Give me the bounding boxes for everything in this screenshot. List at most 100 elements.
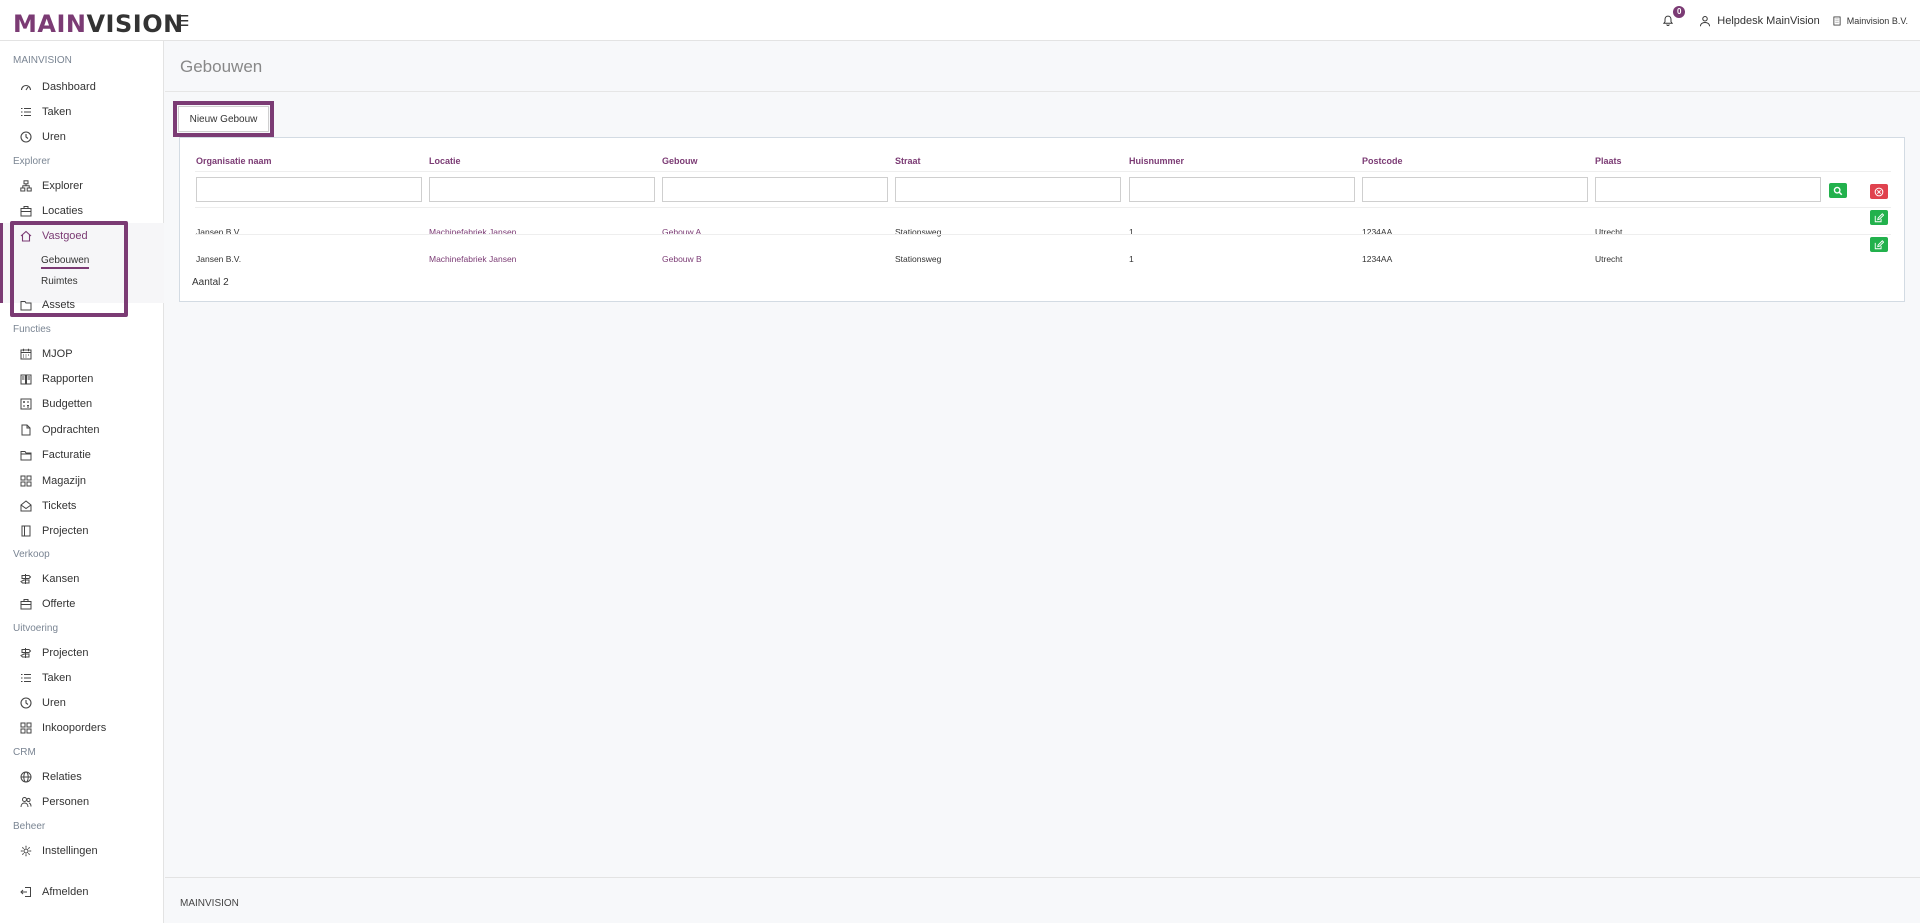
search-icon [1833, 186, 1843, 195]
sidebar-item-afmelden[interactable]: Afmelden [20, 883, 88, 901]
section-crm: CRM [13, 747, 36, 758]
record-count: Aantal 2 [192, 277, 229, 288]
sidebar-item-label: Explorer [42, 180, 83, 192]
user-name: Helpdesk MainVision [1717, 14, 1820, 27]
clear-filter-button[interactable] [1870, 184, 1888, 199]
filter-straat-input[interactable] [895, 177, 1121, 202]
top-right-area: 0 Helpdesk MainVision Mainvision B.V. [1659, 0, 1908, 41]
edit-button[interactable] [1870, 210, 1888, 225]
footer-text: MAINVISION [180, 898, 239, 909]
sidebar-item-uitvoering-projecten[interactable]: Projecten [20, 644, 88, 662]
sidebar-item-label: Afmelden [42, 886, 89, 898]
sidebar-item-tickets[interactable]: Tickets [20, 497, 76, 515]
section-beheer: Beheer [13, 821, 46, 832]
sidebar-item-budgetten[interactable]: Budgetten [20, 395, 92, 413]
header-divider [195, 171, 1891, 172]
new-building-highlight-frame [173, 101, 274, 137]
section-verkoop: Verkoop [13, 549, 50, 560]
column-header-organisatie[interactable]: Organisatie naam [196, 156, 272, 166]
sidebar-item-label: Rapporten [42, 373, 94, 385]
row-divider [195, 234, 1891, 235]
clock-icon [20, 697, 32, 709]
cell-organisatie: Jansen B.V. [196, 254, 242, 264]
sidebar-item-assets[interactable]: Assets [20, 296, 75, 314]
footer: MAINVISION [165, 877, 1920, 923]
column-header-huisnummer[interactable]: Huisnummer [1129, 156, 1184, 166]
logo[interactable]: MAINVISION [13, 10, 184, 38]
sidebar-item-label: Offerte [42, 598, 76, 610]
file-icon [21, 424, 31, 436]
cell-gebouw[interactable]: Gebouw A [662, 227, 701, 237]
logout-icon [20, 887, 31, 897]
cell-locatie[interactable]: Machinefabriek Jansen [429, 254, 516, 264]
sidebar-item-magazijn[interactable]: Magazijn [20, 472, 86, 490]
column-header-postcode[interactable]: Postcode [1362, 156, 1403, 166]
sidebar-item-dashboard[interactable]: Dashboard [20, 78, 96, 96]
calendar-icon [20, 348, 32, 360]
sidebar-item-facturatie[interactable]: Facturatie [20, 446, 91, 464]
cell-organisatie: Jansen B.V. [196, 227, 242, 237]
cell-gebouw[interactable]: Gebouw B [662, 254, 702, 264]
sidebar-item-relaties[interactable]: Relaties [20, 768, 82, 786]
briefcase-icon [20, 599, 32, 610]
cell-huisnummer: 1 [1129, 227, 1134, 237]
gauge-icon [20, 84, 32, 91]
sidebar-item-uitvoering-taken[interactable]: Taken [20, 669, 71, 687]
sidebar-item-rapporten[interactable]: Rapporten [20, 370, 93, 388]
column-header-gebouw[interactable]: Gebouw [662, 156, 698, 166]
search-button[interactable] [1829, 183, 1847, 198]
building-icon [1833, 16, 1841, 25]
sidebar-item-locaties[interactable]: Locaties [20, 202, 83, 220]
sidebar-item-inkooporders[interactable]: Inkooporders [20, 719, 106, 737]
column-header-locatie[interactable]: Locatie [429, 156, 461, 166]
sidebar-item-kansen[interactable]: Kansen [20, 570, 79, 588]
sidebar-item-label: Uren [42, 697, 66, 709]
column-header-plaats[interactable]: Plaats [1595, 156, 1622, 166]
calculator-icon [20, 398, 32, 410]
column-header-straat[interactable]: Straat [895, 156, 921, 166]
notifications-button[interactable]: 0 [1659, 5, 1686, 30]
filter-postcode-input[interactable] [1362, 177, 1588, 202]
buildings-table: Organisatie naam Locatie Gebouw Straat H… [179, 137, 1905, 302]
section-uitvoering: Uitvoering [13, 623, 59, 634]
page-title: Gebouwen [180, 57, 263, 76]
sidebar-item-label: MJOP [42, 348, 73, 360]
company-selector[interactable]: Mainvision B.V. [1832, 16, 1908, 26]
sidebar-item-explorer[interactable]: Explorer [20, 177, 83, 195]
sidebar-item-projecten[interactable]: Projecten [20, 522, 88, 540]
filter-plaats-input[interactable] [1595, 177, 1821, 202]
sidebar-item-personen[interactable]: Personen [20, 793, 89, 811]
grid-icon [20, 475, 32, 487]
folder-open-icon [20, 451, 32, 461]
edit-icon [1874, 239, 1884, 249]
users-icon [20, 797, 32, 808]
filter-gebouw-input[interactable] [662, 177, 888, 202]
filter-huisnummer-input[interactable] [1129, 177, 1355, 202]
sidebar-item-offerte[interactable]: Offerte [20, 595, 75, 613]
sidebar-item-uitvoering-uren[interactable]: Uren [20, 694, 66, 712]
sitemap-icon [20, 180, 32, 192]
sidebar-item-uren[interactable]: Uren [20, 128, 66, 146]
sidebar: MAINVISION Dashboard Taken Uren Explorer… [0, 41, 164, 923]
sidebar-item-label: Relaties [42, 771, 82, 783]
sidebar-item-instellingen[interactable]: Instellingen [20, 842, 98, 860]
cell-locatie[interactable]: Machinefabriek Jansen [429, 227, 516, 237]
row-divider [195, 207, 1891, 208]
logo-vision: VISION [86, 10, 184, 38]
filter-locatie-input[interactable] [429, 177, 655, 202]
user-menu[interactable]: Helpdesk MainVision [1699, 15, 1820, 27]
sidebar-item-mjop[interactable]: MJOP [20, 345, 73, 363]
sidebar-item-label: Instellingen [42, 845, 98, 857]
list-icon [21, 107, 31, 117]
sidebar-item-taken[interactable]: Taken [20, 103, 71, 121]
sidebar-item-opdrachten[interactable]: Opdrachten [20, 421, 99, 439]
edit-button[interactable] [1870, 237, 1888, 252]
filter-organisatie-input[interactable] [196, 177, 422, 202]
sidebar-item-label: Assets [42, 299, 76, 311]
menu-toggle-icon[interactable]: ☰ [176, 12, 189, 30]
briefcase-icon [20, 206, 32, 217]
cell-straat: Stationsweg [895, 227, 942, 237]
cell-postcode: 1234AA [1362, 254, 1393, 264]
company-name: Mainvision B.V. [1846, 15, 1908, 26]
list-icon [21, 673, 31, 683]
